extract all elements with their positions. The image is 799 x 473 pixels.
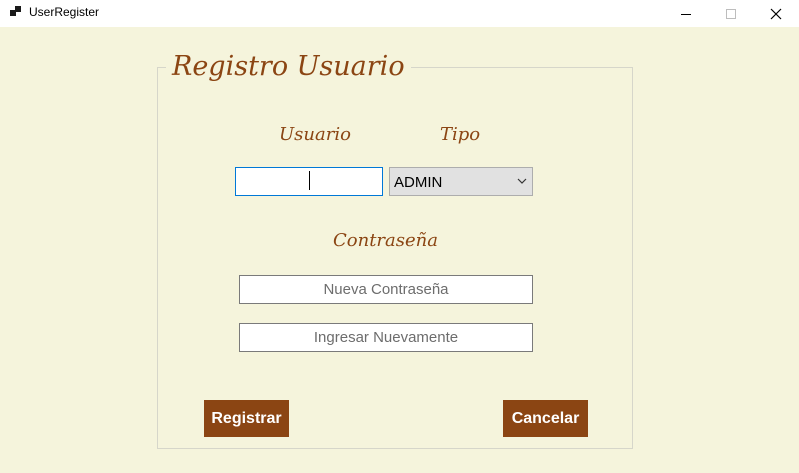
close-icon [770,8,782,19]
app-icon [10,6,22,18]
register-button[interactable]: Registrar [204,400,289,437]
tipo-select[interactable]: ADMIN [389,167,533,196]
form-title: Registro Usuario [166,47,411,87]
register-groupbox [157,67,633,449]
contrasena-label: Contraseña [333,230,438,251]
chevron-down-icon [517,178,527,184]
confirm-password-placeholder: Ingresar Nuevamente [313,329,459,346]
tipo-selected-value: ADMIN [394,174,443,191]
new-password-placeholder: Nueva Contraseña [323,281,449,298]
minimize-icon [681,13,691,15]
text-caret [309,171,310,190]
confirm-password-field[interactable]: Ingresar Nuevamente [239,323,533,352]
title-bar: UserRegister [0,0,799,27]
minimize-button[interactable] [663,0,709,27]
tipo-label: Tipo [440,124,481,145]
usuario-label: Usuario [279,124,351,145]
new-password-field[interactable]: Nueva Contraseña [239,275,533,304]
window-title: UserRegister [29,5,100,19]
maximize-button[interactable] [708,0,754,27]
maximize-icon [726,8,736,19]
cancel-button[interactable]: Cancelar [503,400,588,437]
close-button[interactable] [753,0,799,27]
